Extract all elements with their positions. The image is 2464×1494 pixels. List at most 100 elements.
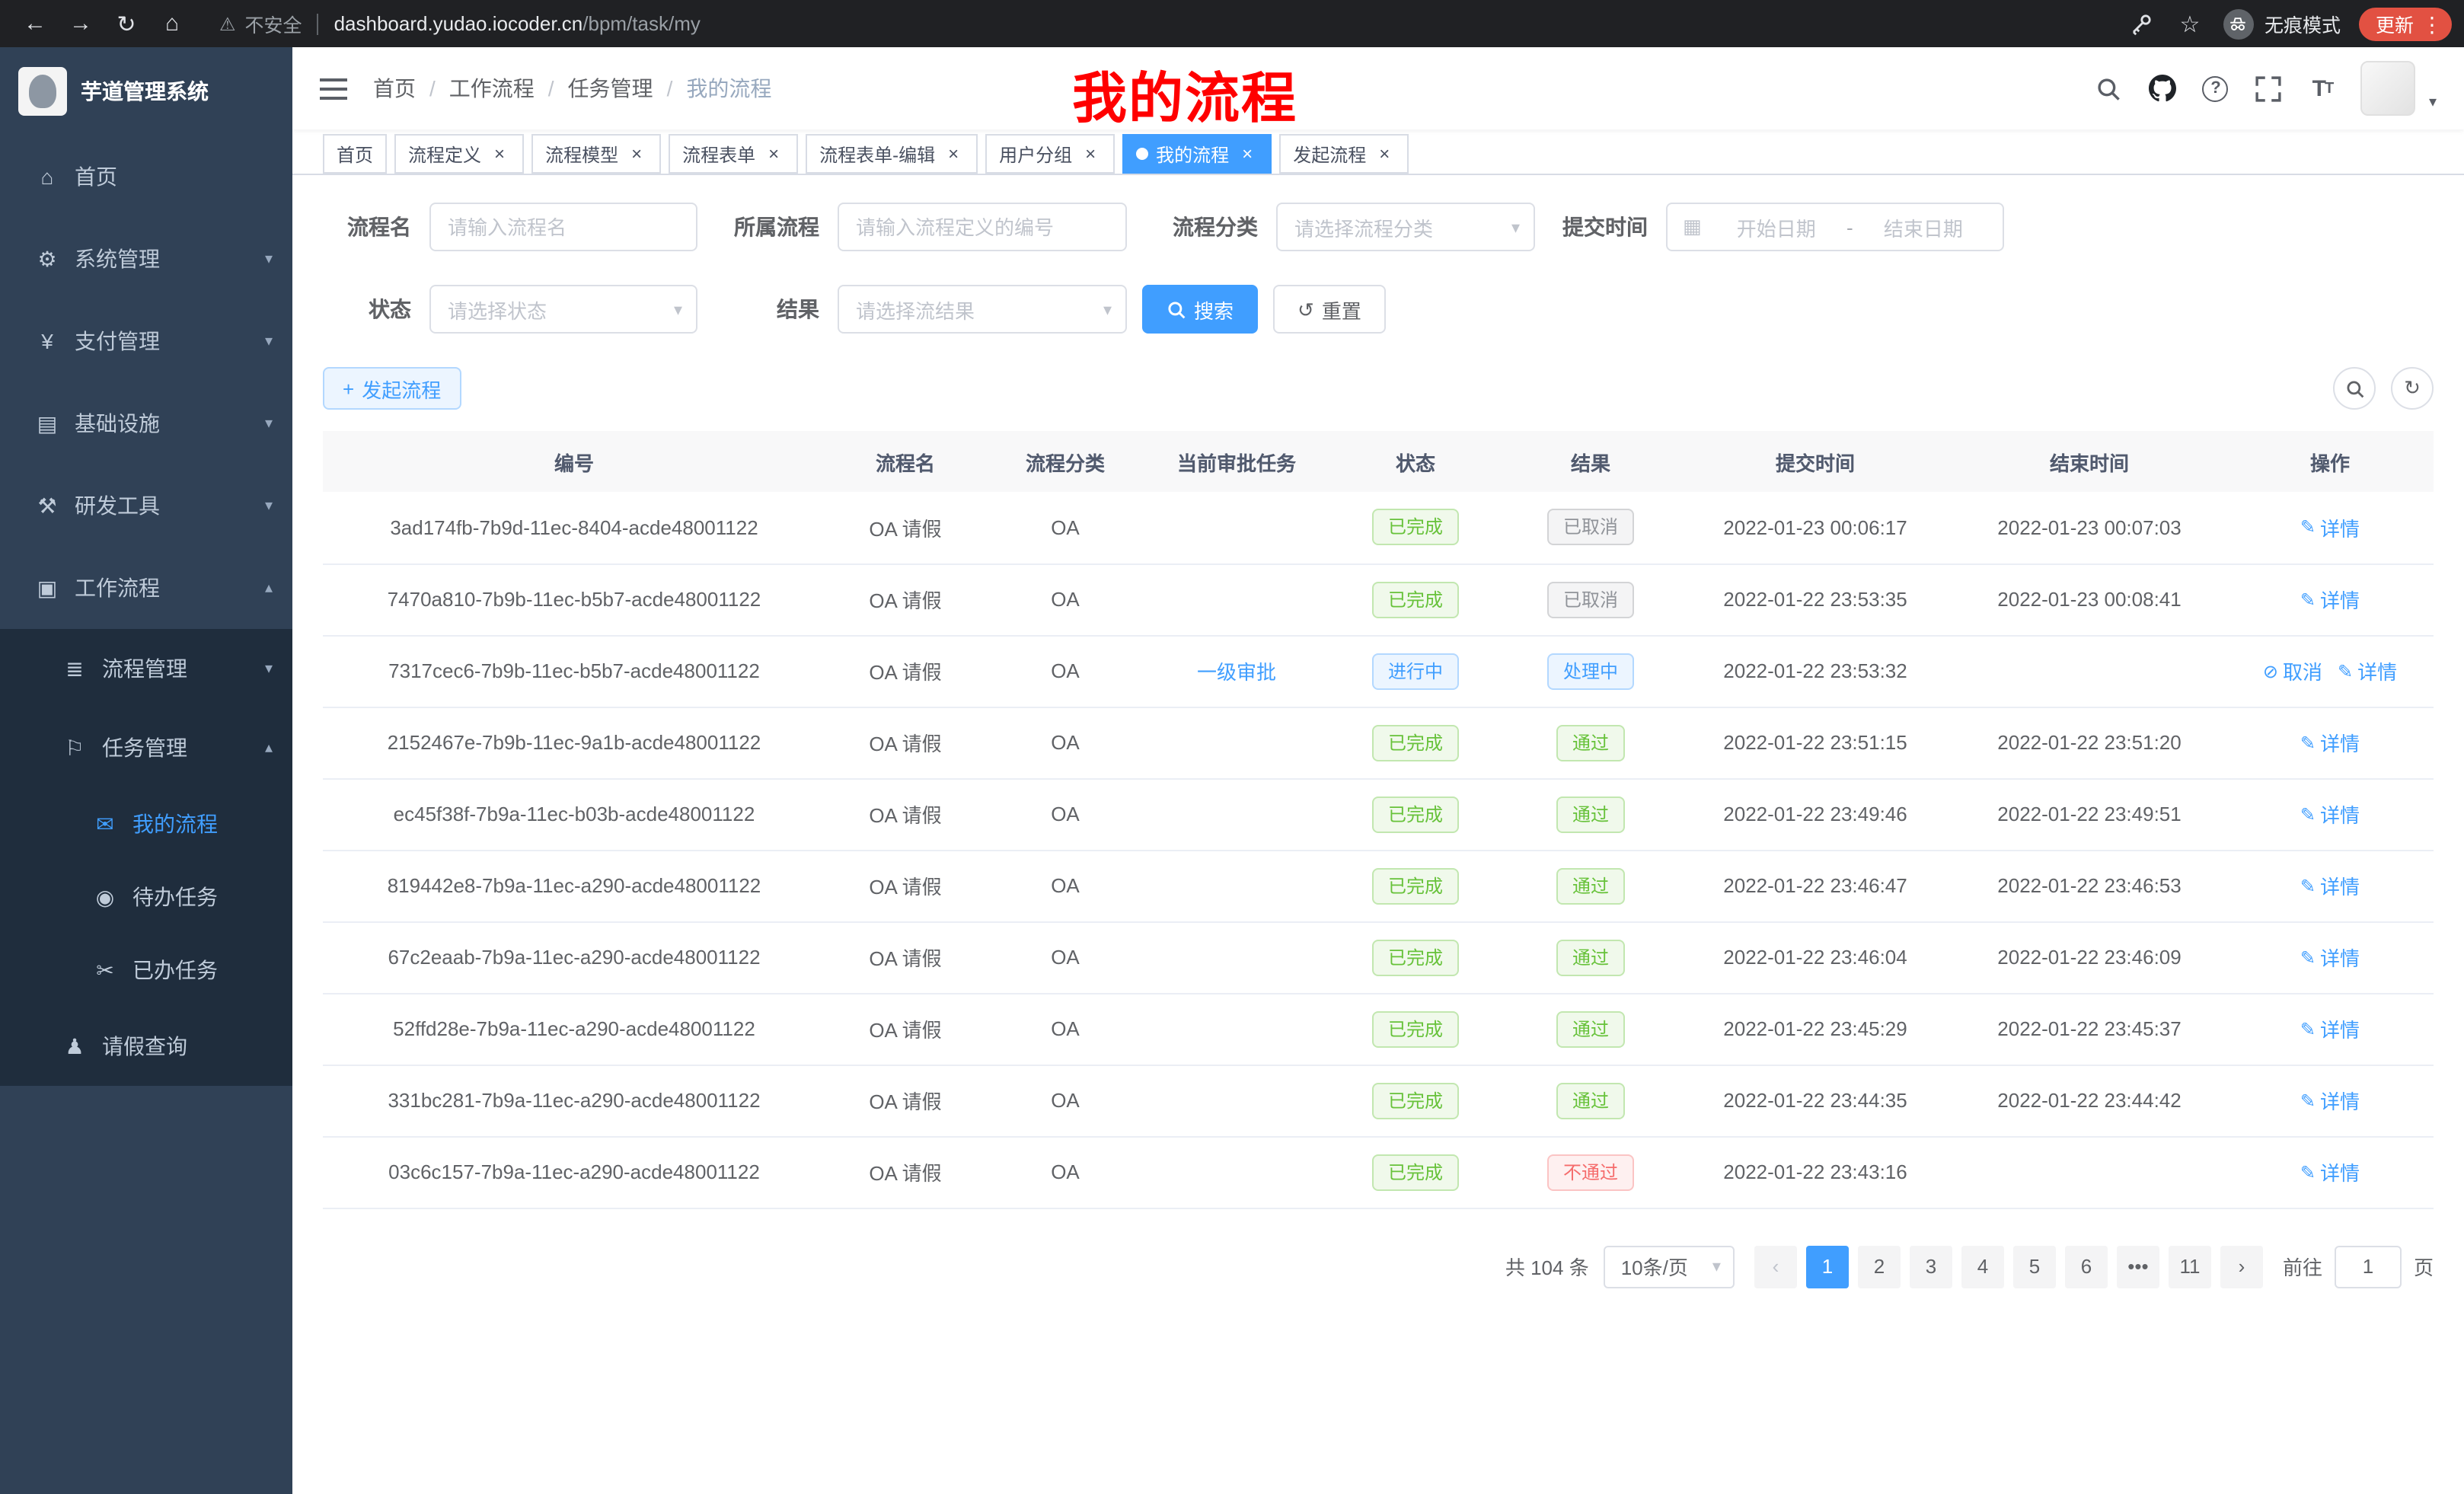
page-button-11[interactable]: 11 <box>2169 1245 2211 1288</box>
chevron-down-icon: ▾ <box>265 415 273 432</box>
back-icon[interactable]: ← <box>15 4 55 43</box>
tab-user-group[interactable]: 用户分组 × <box>985 134 1115 174</box>
sidebar-item-payment-management[interactable]: ¥支付管理▾ <box>0 300 292 382</box>
sidebar-item-leave-query[interactable]: ♟请假查询 <box>0 1007 292 1086</box>
sidebar-item-infrastructure[interactable]: ▤基础设施▾ <box>0 382 292 464</box>
sidebar-item-label: 我的流程 <box>132 809 218 839</box>
goto-page-input[interactable] <box>2335 1245 2402 1288</box>
reload-icon[interactable]: ↻ <box>107 4 146 43</box>
hamburger-icon[interactable] <box>317 72 350 105</box>
close-icon[interactable]: × <box>943 143 964 164</box>
page-ellipsis[interactable]: ••• <box>2117 1245 2159 1288</box>
sidebar-item-workflow[interactable]: ▣工作流程▴ <box>0 547 292 629</box>
cancel-link[interactable]: ⊘取消 <box>2263 656 2322 685</box>
status-tag: 已完成 <box>1373 509 1458 546</box>
breadcrumb-item[interactable]: 工作流程 <box>449 73 535 104</box>
detail-link[interactable]: ✎详情 <box>2300 1086 2360 1115</box>
close-icon[interactable]: × <box>1374 143 1395 164</box>
search-icon[interactable] <box>2094 72 2124 105</box>
status-tag: 已完成 <box>1373 1154 1458 1190</box>
start-process-button[interactable]: + 发起流程 <box>323 367 461 410</box>
cell-id: 7317cec6-7b9b-11ec-b5b7-acde48001122 <box>323 635 825 707</box>
submit-time-range-picker[interactable]: ▦ 开始日期 - 结束日期 <box>1666 203 2004 251</box>
chat-icon: ✉ <box>91 811 119 837</box>
sidebar-item-task-management[interactable]: ⚐任务管理▴ <box>0 708 292 787</box>
tab-home[interactable]: 首页 <box>323 134 387 174</box>
detail-link[interactable]: ✎详情 <box>2300 943 2360 972</box>
tab-start-process[interactable]: 发起流程× <box>1279 134 1409 174</box>
github-icon[interactable] <box>2147 72 2178 105</box>
close-icon[interactable]: × <box>1080 143 1101 164</box>
forward-icon[interactable]: → <box>61 4 101 43</box>
cell-name: OA 请假 <box>825 635 985 707</box>
sidebar-item-home[interactable]: ⌂首页 <box>0 136 292 218</box>
detail-link[interactable]: ✎详情 <box>2300 1157 2360 1186</box>
cell-current-task: 一级审批 <box>1145 635 1328 707</box>
sidebar-item-my-process[interactable]: ✉ 我的流程 <box>0 787 292 860</box>
breadcrumb-item[interactable]: 首页 <box>373 73 416 104</box>
close-icon[interactable]: × <box>626 143 647 164</box>
result-tag: 不通过 <box>1548 1154 1633 1190</box>
sidebar-item-done-tasks[interactable]: ✂已办任务 <box>0 934 292 1007</box>
sidebar-item-system-management[interactable]: ⚙系统管理▾ <box>0 218 292 300</box>
detail-link[interactable]: ✎详情 <box>2338 656 2397 685</box>
chrome-right-cluster: ☆ 无痕模式 更新 ⋮ <box>2126 7 2452 40</box>
page-button-2[interactable]: 2 <box>1858 1245 1901 1288</box>
breadcrumb-item[interactable]: 任务管理 <box>568 73 653 104</box>
current-task-link[interactable]: 一级审批 <box>1197 656 1276 685</box>
tab-process-form-edit[interactable]: 流程表单-编辑× <box>806 134 978 174</box>
kebab-menu-icon[interactable]: ⋮ <box>2421 13 2443 34</box>
app-title: 芋道管理系统 <box>81 76 209 107</box>
action-label: 详情 <box>2320 728 2360 757</box>
tab-process-definition[interactable]: 流程定义× <box>394 134 524 174</box>
detail-link[interactable]: ✎详情 <box>2300 728 2360 757</box>
app-logo-row[interactable]: 芋道管理系统 <box>0 47 292 136</box>
close-icon[interactable]: × <box>489 143 510 164</box>
update-button[interactable]: 更新 ⋮ <box>2359 7 2452 40</box>
address-bar[interactable]: dashboard.yudao.iocoder.cn/bpm/task/my <box>334 12 701 35</box>
security-section[interactable]: ⚠ 不安全 <box>219 9 302 38</box>
fullscreen-icon[interactable] <box>2254 72 2284 105</box>
status-select[interactable]: 请选择状态 ▾ <box>429 285 697 334</box>
tab-label: 用户分组 <box>999 141 1072 167</box>
sidebar-item-devtools[interactable]: ⚒研发工具▾ <box>0 464 292 547</box>
cell-current-task <box>1145 707 1328 778</box>
tab-process-model[interactable]: 流程模型× <box>531 134 661 174</box>
tab-process-form[interactable]: 流程表单× <box>669 134 798 174</box>
page-button-1[interactable]: 1 <box>1806 1245 1849 1288</box>
process-name-input[interactable] <box>429 203 697 251</box>
chevron-down-icon[interactable]: ▾ <box>2429 94 2437 116</box>
refresh-button[interactable]: ↻ <box>2391 367 2434 410</box>
prev-page-button[interactable]: ‹ <box>1754 1245 1797 1288</box>
toggle-search-button[interactable] <box>2333 367 2376 410</box>
page-button-3[interactable]: 3 <box>1910 1245 1952 1288</box>
page-button-4[interactable]: 4 <box>1961 1245 2004 1288</box>
detail-link[interactable]: ✎详情 <box>2300 1014 2360 1043</box>
detail-link[interactable]: ✎详情 <box>2300 871 2360 900</box>
reset-button[interactable]: ↺ 重置 <box>1273 285 1386 334</box>
avatar[interactable] <box>2360 61 2415 116</box>
close-icon[interactable]: × <box>1237 143 1258 164</box>
page-button-5[interactable]: 5 <box>2013 1245 2056 1288</box>
process-id-input[interactable] <box>838 203 1127 251</box>
browser-home-icon[interactable]: ⌂ <box>152 4 192 43</box>
detail-link[interactable]: ✎详情 <box>2300 513 2360 542</box>
result-select[interactable]: 请选择流结果 ▾ <box>838 285 1127 334</box>
filter-label-status: 状态 <box>323 294 429 324</box>
key-icon[interactable] <box>2126 8 2156 39</box>
close-icon[interactable]: × <box>763 143 784 164</box>
payment-icon: ¥ <box>34 329 61 353</box>
font-size-icon[interactable]: TT <box>2307 72 2338 105</box>
category-select[interactable]: 请选择流程分类 ▾ <box>1276 203 1535 251</box>
star-icon[interactable]: ☆ <box>2175 8 2205 39</box>
page-size-select[interactable]: 10条/页 ▾ <box>1604 1245 1735 1288</box>
detail-link[interactable]: ✎详情 <box>2300 800 2360 828</box>
next-page-button[interactable]: › <box>2220 1245 2263 1288</box>
sidebar-item-process-management[interactable]: ≣流程管理▾ <box>0 629 292 708</box>
sidebar-item-todo-tasks[interactable]: ◉待办任务 <box>0 860 292 934</box>
page-button-6[interactable]: 6 <box>2065 1245 2108 1288</box>
search-button[interactable]: 搜索 <box>1142 285 1258 334</box>
tab-my-process[interactable]: 我的流程× <box>1122 134 1272 174</box>
detail-link[interactable]: ✎详情 <box>2300 585 2360 614</box>
help-icon[interactable]: ? <box>2201 72 2231 105</box>
